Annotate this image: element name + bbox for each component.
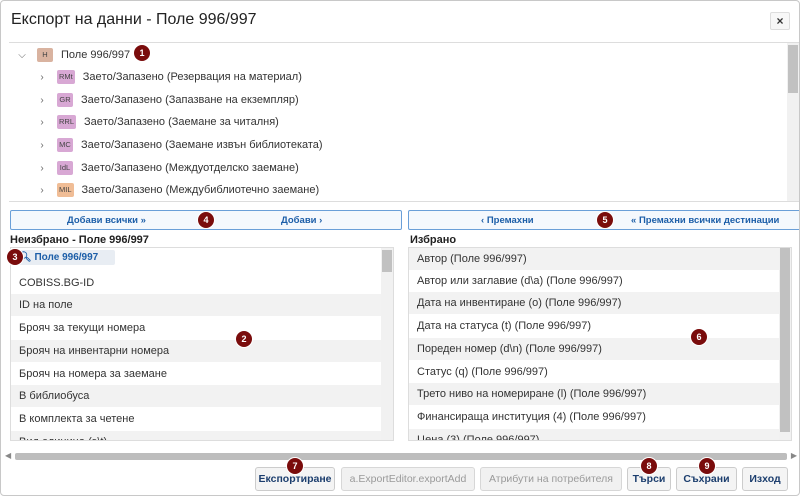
tree-node-label: Заeтo/Запазено (Заемане извън библиотека… [81,139,323,151]
badge-GR-icon: GR [57,93,73,107]
badge-MIL-icon: MIL [57,183,74,197]
scroll-thumb[interactable] [15,453,787,460]
list-item[interactable]: Пореден номер (d\n) (Поле 996/997) [409,338,781,360]
list-item[interactable]: Финансираща институция (4) (Поле 996/997… [409,406,781,428]
list-item[interactable]: Статус (q) (Поле 996/997) [409,361,781,383]
list-item[interactable]: Брояч на номера за заемане [11,363,383,385]
add-all-label: Добави всички [67,215,138,226]
remove-all-label: Премахни всички дестинации [638,215,780,226]
tree-node[interactable]: › MC Заeтo/Запазено (Заемане извън библи… [37,136,323,154]
badge-RRL-icon: RRL [57,115,77,129]
export-dialog: Експорт на данни - Поле 996/997 × ⌵ H По… [0,0,800,496]
callout-marker: 2 [236,331,252,347]
arrow-left-icon[interactable]: ◀ [5,451,11,460]
horizontal-scrollbar[interactable]: ◀ ▶ [5,451,797,461]
scroll-thumb[interactable] [780,248,790,432]
tree-scrollbar[interactable] [787,43,799,201]
list-item[interactable]: Брояч на инвентарни номера [11,340,383,362]
unselected-scrollbar[interactable] [381,248,393,440]
badge-MC-icon: MC [57,138,73,152]
callout-marker: 8 [641,458,657,474]
tree-root[interactable]: ⌵ H Поле 996/997 [17,46,130,64]
tree-node-label: Заeтo/Запазено (Заемане за читалня) [84,116,279,128]
add-button[interactable]: Добави › [281,215,322,226]
field-tree: ⌵ H Поле 996/997 › RMt Зaeтo/Запазено (Р… [9,42,799,202]
tree-node[interactable]: › RRL Заeтo/Запазено (Заемане за читалня… [37,113,279,131]
close-icon[interactable]: × [770,12,790,30]
chevron-right-icon[interactable]: › [37,185,47,196]
badge-RMt-icon: RMt [57,70,75,84]
chevron-right-icon[interactable]: › [37,140,47,151]
chevron-right-icon[interactable]: › [37,72,47,83]
callout-marker: 6 [691,329,707,345]
tree-node-label: Заeтo/Запазено (Междубиблиотечно заемане… [81,184,320,196]
list-item[interactable]: Дата на инвентиране (o) (Поле 996/997) [409,292,781,314]
chevron-right-icon[interactable]: › [37,163,47,174]
list-item[interactable]: Цена (3) (Поле 996/997) [409,429,781,440]
remove-all-button[interactable]: « Премахни всички дестинации [631,215,779,226]
export-add-button[interactable]: a.ExportEditor.exportAdd [341,467,475,491]
callout-marker: 1 [134,45,150,61]
list-item[interactable]: Дата на статуса (t) (Поле 996/997) [409,315,781,337]
list-item[interactable]: Трето ниво на номериране (l) (Поле 996/9… [409,383,781,405]
remove-button[interactable]: ‹ Премахни [481,215,534,226]
remove-label: Премахни [486,215,534,226]
list-item[interactable]: ID на поле [11,294,383,316]
callout-marker: 9 [699,458,715,474]
tree-node[interactable]: › MIL Заeтo/Запазено (Междубиблиотечно з… [37,181,319,199]
user-attributes-button[interactable]: Атрибути на потребителя [480,467,622,491]
list-item[interactable]: В комплекта за четене [11,408,383,430]
dialog-title: Експорт на данни - Поле 996/997 [11,11,257,28]
list-item[interactable]: Брояч за текущи номера [11,317,383,339]
selected-scrollbar[interactable] [779,248,791,440]
callout-marker: 4 [198,212,214,228]
exit-button[interactable]: Изход [742,467,788,491]
tree-node-label: Заeтo/Запазено (Междуотделско заемане) [81,162,299,174]
tree-node-label: Заeтo/Запазено (Запазване на екземпляр) [81,94,299,106]
list-item[interactable]: В библиобуса [11,385,383,407]
list-item[interactable]: Вид единица (э\t) [11,431,383,440]
add-label: Добави [281,215,317,226]
arrow-right-icon[interactable]: ▶ [791,451,797,460]
callout-marker: 5 [597,212,613,228]
selected-list: Автор (Поле 996/997) Автор или заглавие … [408,247,792,441]
badge-H-icon: H [37,48,53,62]
unselected-header: Неизбрано - Поле 996/997 [10,234,149,246]
tree-node-label: Зaeтo/Запазено (Резервация на материал) [82,71,302,83]
add-all-button[interactable]: Добави всички » [67,215,146,226]
selected-header: Избрано [410,234,457,246]
unselected-list: COBISS.BG-ID ID на поле Брояч за текущи … [10,247,394,441]
tree-root-label: Поле 996/997 [61,49,131,61]
list-item[interactable]: COBISS.BG-ID [11,272,383,294]
search-chip-label: Поле 996/997 [34,252,99,263]
list-item[interactable]: Автор (Поле 996/997) [409,248,781,270]
tree-node[interactable]: › IdL Заeтo/Запазено (Междуотделско заем… [37,159,299,177]
search-chip[interactable]: 🔍︎ Поле 996/997 [15,250,115,265]
badge-IdL-icon: IdL [57,161,73,175]
chevron-right-icon[interactable]: › [37,95,47,106]
list-item[interactable]: Автор или заглавие (d\a) (Поле 996/997) [409,270,781,292]
scroll-thumb[interactable] [382,250,392,272]
tree-node[interactable]: › RMt Зaeтo/Запазено (Резервация на мате… [37,68,302,86]
tree-node[interactable]: › GR Заeтo/Запазено (Запазване на екземп… [37,91,299,109]
chevron-right-icon[interactable]: › [37,117,47,128]
scroll-thumb[interactable] [788,45,798,93]
callout-marker: 3 [7,249,23,265]
chevron-down-icon[interactable]: ⌵ [17,50,27,61]
callout-marker: 7 [287,458,303,474]
